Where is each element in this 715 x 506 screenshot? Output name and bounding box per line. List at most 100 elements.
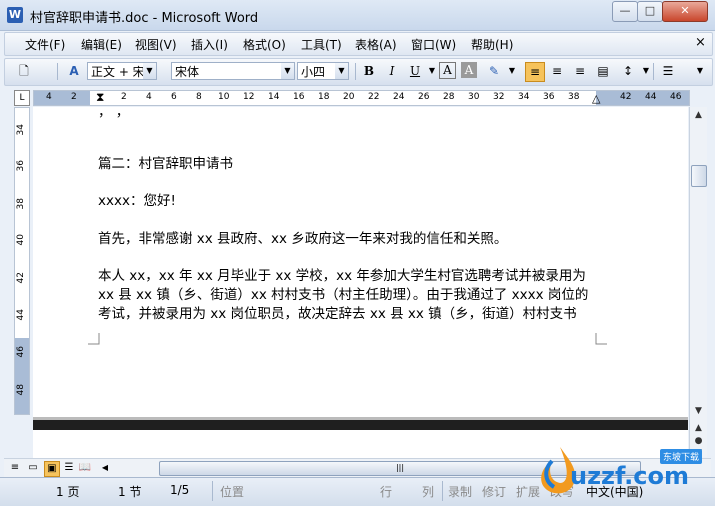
ruler-tick-label: 30 (468, 92, 480, 102)
ruler-tick-label: 36 (16, 160, 26, 172)
menu-window[interactable]: 窗口(W) (411, 36, 456, 53)
ruler-tick-label: 38 (16, 198, 26, 210)
ruler-tick-label: 44 (645, 92, 657, 102)
formatting-toolbar: 🗋 A 正文 + 宋体 ▼ 宋体 ▼ 小四 ▼ B I U ▼ A A ✎ ▼ ≡ ≡… (4, 58, 713, 86)
status-divider (442, 481, 443, 501)
char-shading-button[interactable]: A (461, 62, 477, 78)
menu-tools[interactable]: 工具(T) (301, 36, 342, 53)
web-view-icon[interactable]: ▭ (26, 461, 40, 475)
new-document-icon[interactable]: 🗋 (15, 62, 33, 80)
ruler-tick-label: 24 (393, 92, 405, 102)
ruler-tick-label: 34 (16, 124, 26, 136)
font-color-button[interactable]: A (439, 62, 456, 79)
watermark-brand: uzzf.com (570, 462, 689, 490)
watermark-tag: 东坡下载 (660, 449, 703, 464)
document-partial-line: ， ， (98, 104, 130, 120)
menu-view[interactable]: 视图(V) (135, 36, 177, 53)
style-combo[interactable]: 正文 + 宋体 ▼ (87, 62, 157, 80)
ruler-tick-label: 6 (171, 92, 177, 102)
ruler-tick-label: 40 (16, 234, 26, 246)
ruler-tick-label: 26 (418, 92, 430, 102)
ruler-tick-label: 42 (16, 272, 26, 284)
ruler-tick-label: 36 (543, 92, 555, 102)
doc-paragraph-line[interactable]: 本人 xx，xx 年 xx 月毕业于 xx 学校，xx 年参加大学生村官选聘考试… (98, 264, 586, 284)
underline-button[interactable]: U (406, 62, 424, 80)
window-title: 村官辞职申请书.doc - Microsoft Word (30, 11, 259, 26)
right-indent-marker[interactable]: △ (592, 92, 600, 105)
ruler-tick-label: 4 (146, 92, 152, 102)
menu-table[interactable]: 表格(A) (355, 36, 397, 53)
align-justify-icon[interactable]: ≡ (525, 62, 545, 82)
menu-edit[interactable]: 编辑(E) (81, 36, 122, 53)
scroll-left-icon[interactable]: ◀ (98, 461, 112, 475)
chevron-down-icon[interactable]: ▼ (281, 63, 294, 79)
doc-heading[interactable]: 篇二：村官辞职申请书 (98, 152, 233, 172)
scroll-down-icon[interactable]: ▼ (690, 403, 707, 420)
styles-pane-icon[interactable]: A (65, 62, 83, 80)
distributed-align-icon[interactable]: ▤ (594, 62, 612, 80)
ruler-tick-label: 46 (16, 346, 26, 358)
reading-view-icon[interactable]: 📖 (78, 461, 92, 475)
minimize-button[interactable]: — (612, 1, 638, 22)
status-position: 位置 (220, 485, 245, 499)
vertical-scrollbar[interactable]: ▲ ▼ ▲ ● ▼ (689, 107, 707, 458)
ruler-tick-label: 20 (343, 92, 355, 102)
ruler-tick-label: 2 (71, 92, 77, 102)
status-column: 列 (422, 485, 435, 499)
doc-paragraph-line[interactable]: 考试，并被录用为 xx 岗位职员，故决定辞去 xx 县 xx 镇（乡，街道）村村… (98, 302, 577, 322)
tab-selector[interactable]: L (14, 90, 30, 106)
ruler-tick-label: 10 (218, 92, 230, 102)
ruler-tick-label: 14 (268, 92, 280, 102)
menu-file[interactable]: 文件(F) (25, 36, 65, 53)
numbering-icon[interactable]: ☰ (659, 62, 677, 80)
outline-view-icon[interactable]: ☰ (62, 461, 76, 475)
ruler-tick-label: 12 (243, 92, 255, 102)
menu-insert[interactable]: 插入(I) (191, 36, 228, 53)
status-record[interactable]: 录制 (448, 483, 472, 500)
status-divider (212, 481, 213, 501)
scroll-up-icon[interactable]: ▲ (690, 107, 707, 124)
ruler-tick-label: 38 (568, 92, 580, 102)
menu-format[interactable]: 格式(O) (243, 36, 286, 53)
status-section: 1 节 (118, 485, 142, 499)
ruler-tick-label: 8 (196, 92, 202, 102)
status-revise[interactable]: 修订 (482, 483, 506, 500)
close-document-button[interactable]: × (695, 35, 706, 50)
margin-crop-mark (88, 333, 100, 345)
italic-button[interactable]: I (383, 62, 401, 80)
ruler-tick-label: 16 (293, 92, 305, 102)
normal-view-icon[interactable]: ≡ (8, 461, 22, 475)
ruler-tick-label: 18 (318, 92, 330, 102)
line-spacing-icon[interactable]: ↕ (619, 62, 637, 80)
doc-paragraph-line[interactable]: xx 县 xx 镇（乡、街道）xx 村村支书（村主任助理）。由于我通过了 xxx… (98, 283, 588, 303)
ruler-tick-label: 28 (443, 92, 455, 102)
vertical-ruler[interactable]: 34 36 38 40 42 44 46 48 (14, 107, 30, 415)
maximize-button[interactable]: □ (637, 1, 663, 22)
status-line: 行 (380, 485, 393, 499)
word-app-icon[interactable]: W (7, 7, 23, 23)
chevron-down-icon[interactable]: ▼ (503, 62, 521, 80)
doc-paragraph-line[interactable]: 首先，非常感谢 xx 县政府、xx 乡政府这一年来对我的信任和关照。 (98, 227, 507, 247)
font-size-combo[interactable]: 小四 ▼ (297, 62, 349, 80)
bold-button[interactable]: B (360, 62, 378, 80)
close-window-button[interactable]: ✕ (662, 1, 708, 22)
align-right-icon[interactable]: ≡ (571, 62, 589, 80)
chevron-down-icon[interactable]: ▼ (143, 63, 156, 79)
print-layout-icon[interactable]: ▣ (44, 461, 60, 477)
ruler-tick-label: 34 (518, 92, 530, 102)
menu-help[interactable]: 帮助(H) (471, 36, 513, 53)
menu-bar: 文件(F) 编辑(E) 视图(V) 插入(I) 格式(O) 工具(T) 表格(A… (4, 32, 713, 56)
align-center-icon[interactable]: ≡ (548, 62, 566, 80)
ruler-margin-left (34, 91, 90, 105)
ruler-tick-label: 32 (493, 92, 505, 102)
chevron-down-icon[interactable]: ▼ (335, 63, 348, 79)
vertical-scroll-thumb[interactable] (691, 165, 707, 187)
status-page: 1 页 (56, 485, 80, 499)
ruler-tick-label: 22 (368, 92, 380, 102)
title-bar: W 村官辞职申请书.doc - Microsoft Word — □ ✕ (0, 0, 715, 31)
font-combo[interactable]: 宋体 ▼ (171, 62, 295, 80)
horizontal-ruler[interactable]: 4 2 ⧗ 2 4 6 8 10 12 14 16 18 20 22 24 26… (33, 90, 690, 106)
doc-salutation[interactable]: xxxx：您好! (98, 189, 176, 209)
toolbar-options-icon[interactable]: ▼ (691, 62, 709, 80)
highlight-icon[interactable]: ✎ (485, 62, 503, 80)
